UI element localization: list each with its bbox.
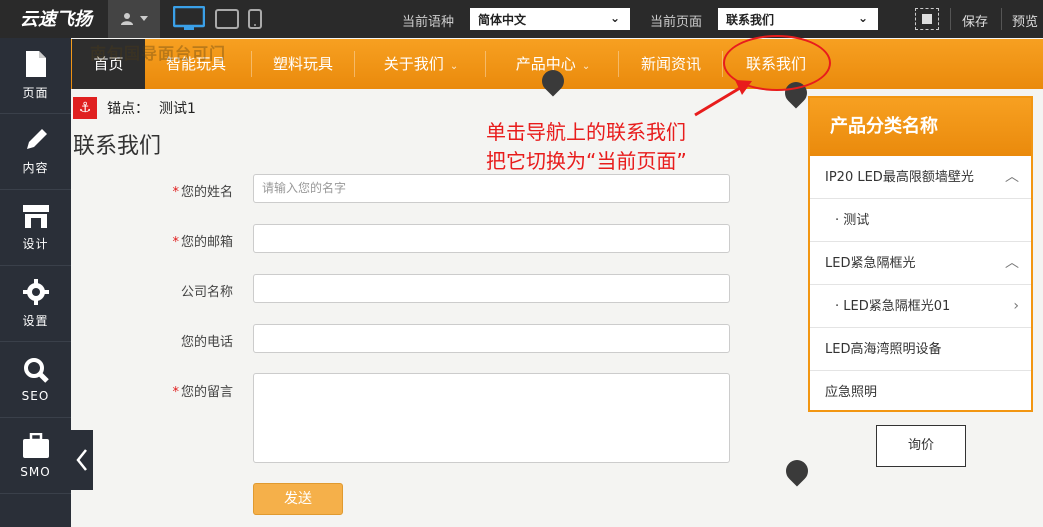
nav-item-label: 关于我们 <box>383 55 444 73</box>
phone-icon <box>248 9 262 29</box>
anchor-row: ⚓ 锚点： 测试1 <box>73 97 196 119</box>
ghost-header-text: 南旬国导面台可门 <box>90 44 227 63</box>
chevron-up-icon[interactable]: ︿ <box>1005 242 1019 285</box>
mobile-view-button[interactable] <box>248 6 262 32</box>
grid-icon <box>922 14 932 24</box>
tablet-icon <box>215 9 239 29</box>
chevron-down-icon: ⌄ <box>857 11 868 25</box>
sidebar-item-label: 页面 <box>22 86 49 100</box>
category-title: 产品分类名称 <box>810 98 1031 156</box>
top-toolbar: 云速飞扬 当前语种 简体中文 ⌄ 当前页面 联系我们 ⌄ 保存 预览 <box>0 0 1043 38</box>
nav-item-plastic-toys[interactable]: 塑料玩具 <box>257 39 349 89</box>
chevron-down-icon: ⌄ <box>449 61 459 72</box>
language-value: 简体中文 <box>478 13 527 27</box>
chevron-left-icon <box>76 449 87 471</box>
category-subitem[interactable]: · 测试 <box>810 199 1031 242</box>
preview-button[interactable]: 预览 <box>1012 11 1038 30</box>
search-icon <box>23 357 49 383</box>
anchor-icon[interactable]: ⚓ <box>73 97 97 119</box>
inquiry-button[interactable]: 询价 <box>876 425 966 467</box>
email-label: * 您的邮箱 <box>172 235 233 250</box>
phone-field[interactable] <box>253 324 730 353</box>
category-item[interactable]: LED紧急隔框光 ︿ <box>810 242 1031 285</box>
briefcase-icon <box>22 432 49 458</box>
sidebar-item-seo[interactable]: SEO <box>0 342 71 418</box>
svg-text:云速飞扬: 云速飞扬 <box>20 9 94 30</box>
tablet-view-button[interactable] <box>215 6 239 32</box>
category-item[interactable]: 应急照明 <box>810 371 1031 414</box>
page-label: 当前页面 <box>650 15 703 30</box>
pencil-icon <box>26 129 47 149</box>
sidebar-item-label: SMO <box>20 464 51 479</box>
nav-item-label: 新闻资讯 <box>640 55 701 73</box>
user-icon <box>121 13 133 25</box>
chevron-right-icon[interactable]: › <box>1013 285 1019 328</box>
logo: 云速飞扬 <box>20 9 94 30</box>
sidebar-item-content[interactable]: 内容 <box>0 114 71 190</box>
collapse-sidebar-button[interactable] <box>71 430 93 490</box>
page-select[interactable]: 联系我们 ⌄ <box>718 8 878 30</box>
category-subitem[interactable]: · LED紧急隔框光01 › <box>810 285 1031 328</box>
sidebar-item-label: 内容 <box>22 161 49 175</box>
page-value: 联系我们 <box>726 13 775 27</box>
page-title: 联系我们 <box>73 134 162 159</box>
product-category-panel: 产品分类名称 IP20 LED最高限额墙壁光 ︿ · 测试 LED紧急隔框光 ︿ ·… <box>808 96 1033 412</box>
sidebar-item-design[interactable]: 设计 <box>0 190 71 266</box>
category-item[interactable]: LED高海湾照明设备 <box>810 328 1031 371</box>
desktop-view-button[interactable] <box>173 6 205 32</box>
company-label: 公司名称 <box>180 285 233 300</box>
send-button[interactable]: 发送 <box>253 483 343 515</box>
annotation-text: 单击导航上的联系我们 把它切换为“当前页面” <box>486 118 687 176</box>
annotation-line: 把它切换为“当前页面” <box>486 149 687 173</box>
fullscreen-button[interactable] <box>915 8 939 30</box>
chevron-down-icon: ⌄ <box>581 61 591 72</box>
chevron-up-icon[interactable]: ︿ <box>1005 156 1019 199</box>
nav-item-about[interactable]: 关于我们 ⌄ <box>361 39 481 89</box>
pin-marker-icon <box>781 455 813 487</box>
file-icon <box>25 51 46 77</box>
language-label: 当前语种 <box>402 15 455 30</box>
message-field[interactable] <box>253 373 730 463</box>
company-field[interactable] <box>253 274 730 303</box>
category-item[interactable]: IP20 LED最高限额墙壁光 ︿ <box>810 156 1031 199</box>
arrow-icon <box>694 80 752 117</box>
message-label: * 您的留言 <box>172 385 233 400</box>
phone-label: 您的电话 <box>180 335 233 350</box>
anchor-value: 测试1 <box>159 101 196 117</box>
chevron-down-icon: ⌄ <box>609 11 620 25</box>
annotation-line: 单击导航上的联系我们 <box>486 120 686 144</box>
sidebar-item-pages[interactable]: 页面 <box>0 38 71 114</box>
email-field[interactable] <box>253 224 730 253</box>
nav-item-label: 塑料玩具 <box>272 55 333 73</box>
nav-item-label: 产品中心 <box>515 55 576 73</box>
language-select[interactable]: 简体中文 ⌄ <box>470 8 630 30</box>
save-button[interactable]: 保存 <box>962 11 988 30</box>
name-label: * 您的姓名 <box>172 185 233 200</box>
user-menu[interactable] <box>108 0 160 38</box>
anchor-label: 锚点： <box>107 101 149 117</box>
caret-down-icon <box>140 16 148 21</box>
sidebar-item-label: 设置 <box>22 314 49 328</box>
sidebar-item-smo[interactable]: SMO <box>0 418 71 494</box>
store-icon <box>22 205 49 228</box>
desktop-icon <box>173 6 205 30</box>
name-field[interactable]: 请输入您的名字 <box>253 174 730 203</box>
